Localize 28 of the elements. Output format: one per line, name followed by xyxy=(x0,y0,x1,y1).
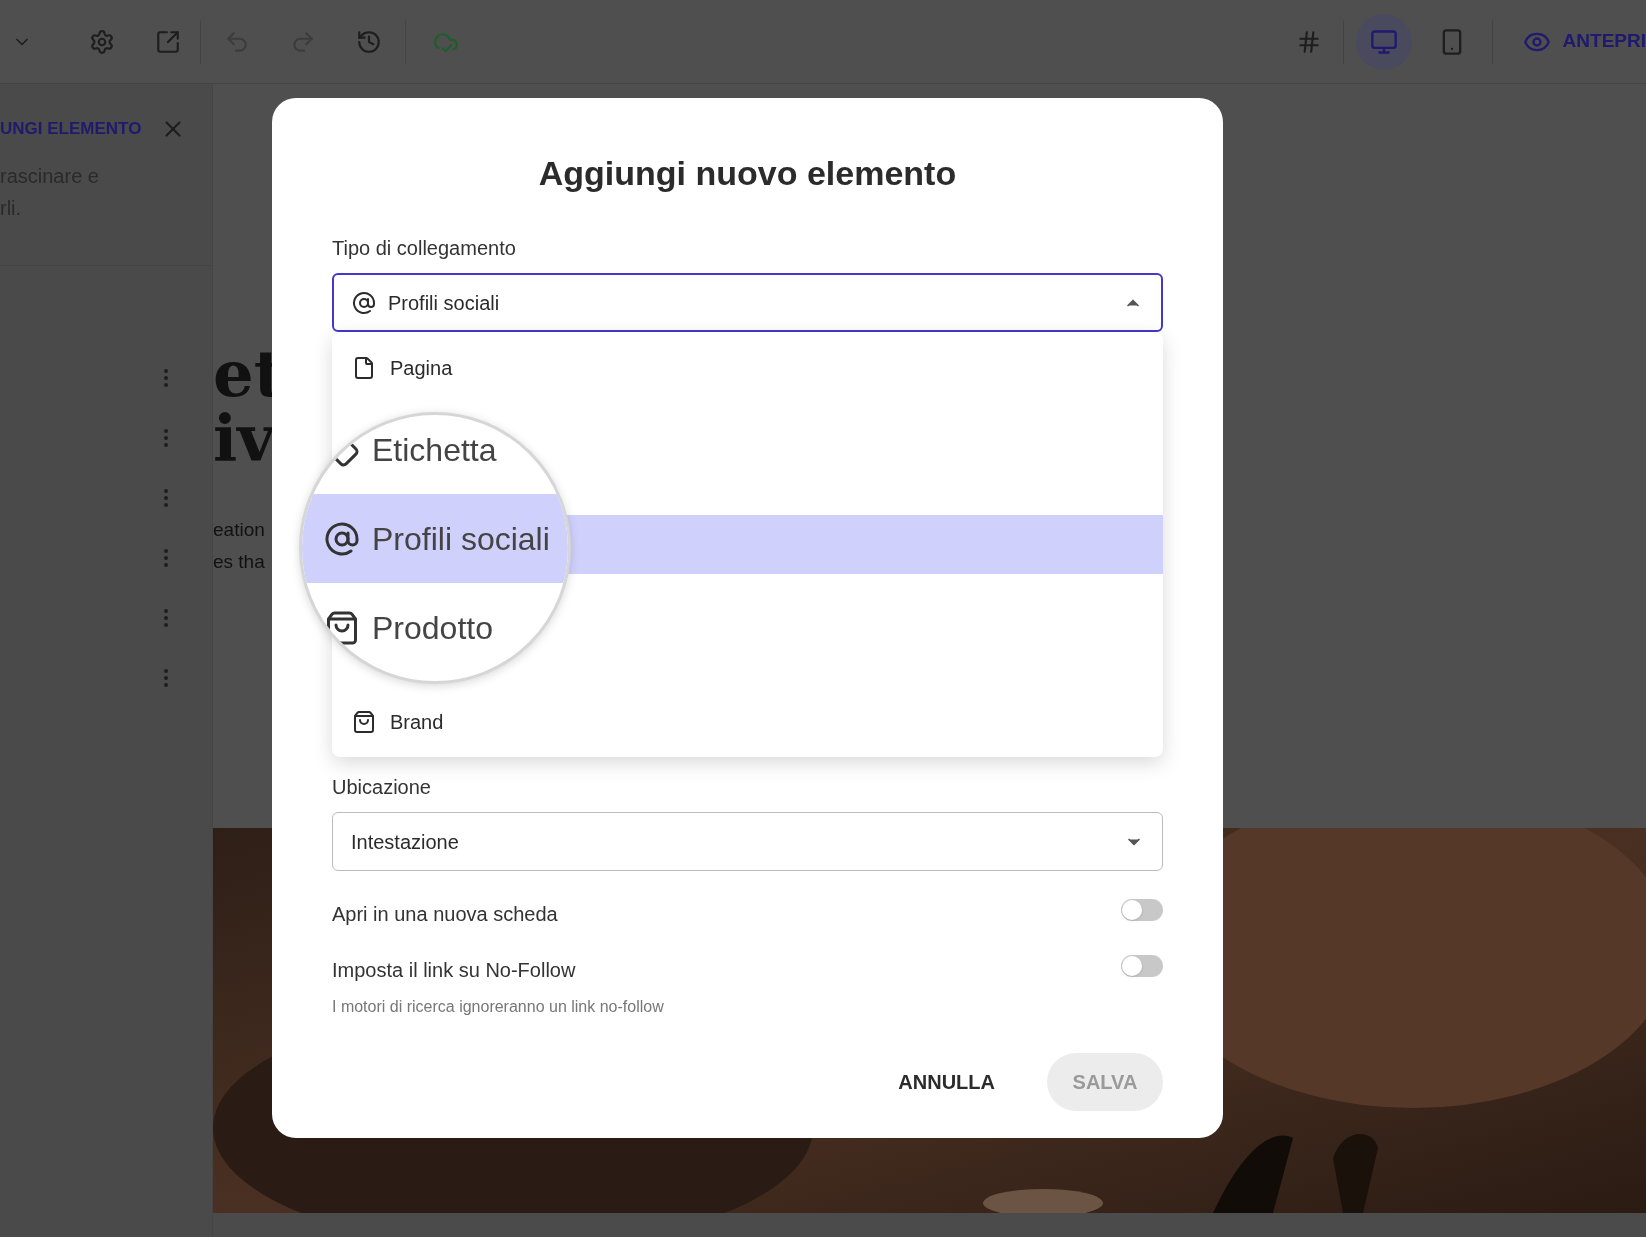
toggle-hint: I motori di ricerca ignoreranno un link no-follow xyxy=(332,997,664,1017)
external-link-icon xyxy=(155,28,181,55)
magnified-option: Prodotto xyxy=(302,583,568,672)
toggle-switch[interactable] xyxy=(1121,955,1163,977)
toggle-switch[interactable] xyxy=(1121,899,1163,921)
cancel-button[interactable]: ANNULLA xyxy=(886,1053,1007,1111)
page-icon xyxy=(352,355,376,380)
dropdown-option[interactable]: Brand xyxy=(332,692,1163,751)
field-label: Ubicazione xyxy=(332,775,432,800)
magnified-option: Profili sociali xyxy=(302,494,568,583)
field-label: Tipo di collegamento xyxy=(332,236,517,261)
toggle-label: Imposta il link su No-Follow xyxy=(332,958,577,983)
monitor-icon xyxy=(1369,27,1398,56)
bag-icon xyxy=(324,609,360,646)
page-text: es tha xyxy=(213,550,265,574)
toggle-label: Apri in una nuova scheda xyxy=(332,902,558,927)
location-select[interactable]: Intestazione xyxy=(332,812,1163,871)
link-type-select[interactable]: Profili sociali xyxy=(332,273,1163,332)
selected-option-highlight[interactable] xyxy=(565,515,1163,574)
at-sign-icon xyxy=(352,290,376,315)
dropdown-option[interactable]: Pagina xyxy=(332,338,1163,397)
settings-icon xyxy=(89,28,115,55)
page-heading: iv xyxy=(213,406,275,470)
bag-icon xyxy=(352,709,376,734)
at-sign-icon xyxy=(324,520,360,557)
dialog-title: Aggiungi nuovo elemento xyxy=(537,153,958,194)
page-text: eation xyxy=(213,518,265,542)
history-icon xyxy=(356,28,382,55)
